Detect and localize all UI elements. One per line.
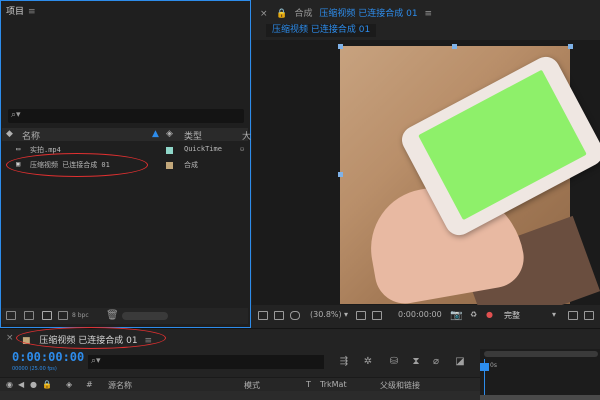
- lock-icon[interactable]: 🔒: [276, 9, 287, 19]
- label-color-icon: ◆: [6, 129, 13, 139]
- solo-icon[interactable]: ●: [30, 380, 37, 389]
- network-icon: ⚇: [240, 145, 245, 153]
- time-ruler[interactable]: 0s: [480, 349, 600, 400]
- column-number: #: [86, 380, 93, 389]
- label-swatch[interactable]: [166, 162, 173, 169]
- project-bottom-bar: 8 bpc 🗑: [2, 308, 248, 324]
- search-icon: ⌕▾: [11, 110, 21, 120]
- composition-subtab[interactable]: 压缩视频 已连接合成 01: [266, 24, 377, 37]
- grid-icon[interactable]: [356, 311, 366, 320]
- transform-handle[interactable]: [568, 44, 573, 49]
- annotation-oval: [16, 327, 166, 349]
- column-name[interactable]: 名称: [22, 129, 40, 142]
- eye-icon[interactable]: ◉: [6, 380, 13, 389]
- magnify-icon[interactable]: [258, 311, 268, 320]
- viewer-time[interactable]: 0:00:00:00: [398, 310, 442, 319]
- close-icon[interactable]: ×: [260, 9, 268, 19]
- item-type: 合成: [184, 161, 198, 169]
- tag-icon[interactable]: ◈: [166, 129, 173, 139]
- label-swatch[interactable]: [166, 147, 173, 154]
- column-source-name[interactable]: 源名称: [108, 380, 132, 391]
- mask-icon[interactable]: [290, 311, 300, 320]
- zoom-level[interactable]: (30.8%): [310, 310, 342, 319]
- monitor-icon[interactable]: [274, 311, 284, 320]
- item-type: QuickTime: [184, 145, 222, 153]
- viewer-toolbar: (30.8%) ▾ 0:00:00:00 📷 ♻ ● 完整 ▾: [252, 305, 600, 327]
- project-column-header: ◆ 名称 ▲ ◈ 类型 大: [2, 128, 251, 142]
- timecode[interactable]: 0:00:00:00: [12, 350, 84, 364]
- column-mode[interactable]: 模式: [244, 380, 260, 391]
- composition-tab-bar: × 🔒 合成 压缩视频 已连接合成 01 ≡ 压缩视频 已连接合成 01: [252, 0, 600, 40]
- trash-icon[interactable]: 🗑: [106, 310, 119, 321]
- channel-icon[interactable]: ♻: [470, 310, 477, 319]
- footage-icon: ▭: [16, 145, 21, 153]
- project-search-input[interactable]: ⌕▾: [8, 109, 244, 123]
- graph-editor-icon[interactable]: ⌀: [430, 356, 442, 367]
- camera-icon[interactable]: 📷: [450, 310, 462, 321]
- chart-icon[interactable]: ◪: [454, 356, 466, 367]
- lock-icon[interactable]: 🔒: [42, 380, 52, 389]
- frame-blend-icon[interactable]: ⛁: [388, 356, 400, 367]
- audio-icon[interactable]: ◀: [18, 380, 24, 389]
- column-type[interactable]: 类型: [184, 129, 202, 142]
- sort-up-icon[interactable]: ▲: [152, 129, 159, 139]
- work-area-bar[interactable]: [484, 351, 598, 357]
- close-icon[interactable]: ×: [6, 333, 14, 343]
- column-t: T: [306, 380, 311, 389]
- column-trkmat[interactable]: TrkMat: [320, 380, 347, 389]
- bpc-label[interactable]: 8 bpc: [72, 312, 89, 319]
- layer-search-input[interactable]: ⌕▾: [88, 355, 324, 369]
- playhead-handle[interactable]: [480, 363, 489, 371]
- column-more[interactable]: 大: [242, 129, 251, 142]
- fit-icon[interactable]: [372, 311, 382, 320]
- zoom-dropdown-icon[interactable]: ▾: [344, 310, 348, 319]
- chevron-down-icon[interactable]: ▾: [552, 310, 556, 319]
- transparency-icon[interactable]: [584, 311, 594, 320]
- timecode-frames: 00000 (25.00 fps): [12, 366, 57, 372]
- search-icon: ⌕▾: [91, 356, 101, 366]
- settings-icon[interactable]: [58, 311, 68, 320]
- label-icon[interactable]: ◈: [66, 380, 72, 389]
- panel-menu-icon[interactable]: ≡: [424, 9, 432, 19]
- composition-tab[interactable]: × 🔒 合成 压缩视频 已连接合成 01 ≡: [260, 6, 432, 19]
- color-channel-icon[interactable]: ●: [486, 310, 493, 319]
- transform-handle[interactable]: [452, 44, 457, 49]
- timeline-panel: ■ 压缩视频 已连接合成 01 ≡ × 0:00:00:00 00000 (25…: [0, 327, 600, 400]
- layer-row[interactable]: [0, 391, 480, 400]
- quality-select[interactable]: 完整: [504, 310, 520, 321]
- column-parent[interactable]: 父级和链接: [380, 380, 420, 391]
- panel-menu-icon[interactable]: ≡: [28, 7, 36, 17]
- composition-viewer[interactable]: [252, 40, 600, 305]
- layer-track-bar[interactable]: [480, 395, 600, 400]
- shy-icon[interactable]: ✲: [362, 356, 374, 367]
- layer-column-header: ◉ ◀ ● 🔒 ◈ # 源名称 模式 T TrkMat 父级和链接: [0, 377, 480, 391]
- ruler-label: 0s: [490, 362, 497, 369]
- transform-handle[interactable]: [338, 44, 343, 49]
- draft-3d-icon[interactable]: ⇶: [338, 356, 350, 367]
- video-frame: [340, 46, 600, 305]
- annotation-oval: [6, 153, 148, 177]
- interpret-footage-icon[interactable]: [6, 311, 16, 320]
- project-panel-title: 项目 ≡: [6, 7, 36, 17]
- new-folder-icon[interactable]: [24, 311, 34, 320]
- region-icon[interactable]: [568, 311, 578, 320]
- project-panel: 项目 ≡ ⌕▾ ◆ 名称 ▲ ◈ 类型 大 ▭ 实拍.mp4 QuickTime …: [0, 0, 251, 328]
- green-screen: [418, 69, 587, 221]
- transform-handle[interactable]: [338, 172, 343, 177]
- motion-blur-icon[interactable]: ⧗: [410, 356, 422, 367]
- thumbnail-slider[interactable]: [122, 312, 168, 320]
- new-composition-icon[interactable]: [42, 311, 52, 320]
